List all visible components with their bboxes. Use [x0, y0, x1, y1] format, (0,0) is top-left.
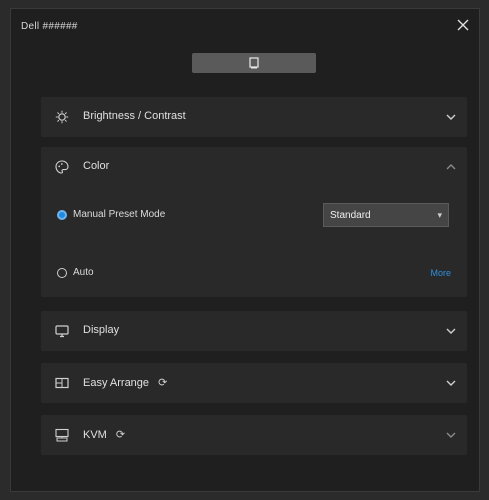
brightness-contrast-label: Brightness / Contrast — [83, 110, 186, 122]
easy-arrange-label-wrap: Easy Arrange ⟳ — [83, 376, 167, 389]
title-bar: Dell ###### — [11, 9, 479, 45]
easy-arrange-label: Easy Arrange — [83, 377, 150, 389]
close-button[interactable] — [453, 15, 473, 35]
auto-label: Auto — [73, 267, 94, 278]
section-kvm: KVM ⟳ — [41, 415, 467, 455]
color-label: Color — [83, 160, 110, 172]
sync-icon: ⟳ — [158, 377, 168, 389]
brightness-icon — [53, 108, 71, 126]
easy-arrange-header[interactable]: Easy Arrange ⟳ — [41, 363, 467, 403]
kvm-header[interactable]: KVM ⟳ — [41, 415, 467, 455]
display-label: Display — [83, 324, 120, 336]
chevron-down-icon: ▾ — [437, 210, 442, 220]
kvm-icon — [53, 426, 71, 444]
chevron-down-icon — [446, 114, 456, 120]
brightness-contrast-header[interactable]: Brightness / Contrast — [41, 97, 467, 137]
preset-mode-value: Standard — [330, 210, 371, 221]
section-easy-arrange: Easy Arrange ⟳ — [41, 363, 467, 403]
chevron-down-icon — [446, 380, 456, 386]
preset-mode-dropdown[interactable]: Standard ▾ — [323, 203, 449, 227]
manual-preset-radio[interactable] — [57, 210, 67, 220]
color-palette-icon — [53, 158, 71, 176]
sync-icon: ⟳ — [115, 429, 126, 441]
monitor-selector-button[interactable] — [192, 53, 316, 73]
easy-arrange-icon — [53, 374, 71, 392]
chevron-up-icon — [446, 164, 456, 170]
close-icon — [457, 19, 469, 31]
kvm-label: KVM — [83, 429, 107, 441]
chevron-down-icon — [446, 328, 456, 334]
window-title: Dell ###### — [21, 21, 78, 32]
chevron-down-icon — [446, 432, 456, 438]
auto-radio[interactable] — [57, 268, 67, 278]
section-color: Color Manual Preset Mode Standard ▾ Auto… — [41, 147, 467, 297]
more-link[interactable]: More — [430, 268, 451, 278]
app-window: Dell ###### Brightness / Contrast Color … — [10, 8, 480, 492]
section-brightness-contrast: Brightness / Contrast — [41, 97, 467, 137]
section-display: Display — [41, 311, 467, 351]
color-header[interactable]: Color — [41, 147, 467, 187]
kvm-label-wrap: KVM ⟳ — [83, 428, 125, 441]
monitor-icon — [249, 57, 259, 69]
manual-preset-label: Manual Preset Mode — [73, 209, 166, 220]
display-icon — [53, 322, 71, 340]
display-header[interactable]: Display — [41, 311, 467, 351]
